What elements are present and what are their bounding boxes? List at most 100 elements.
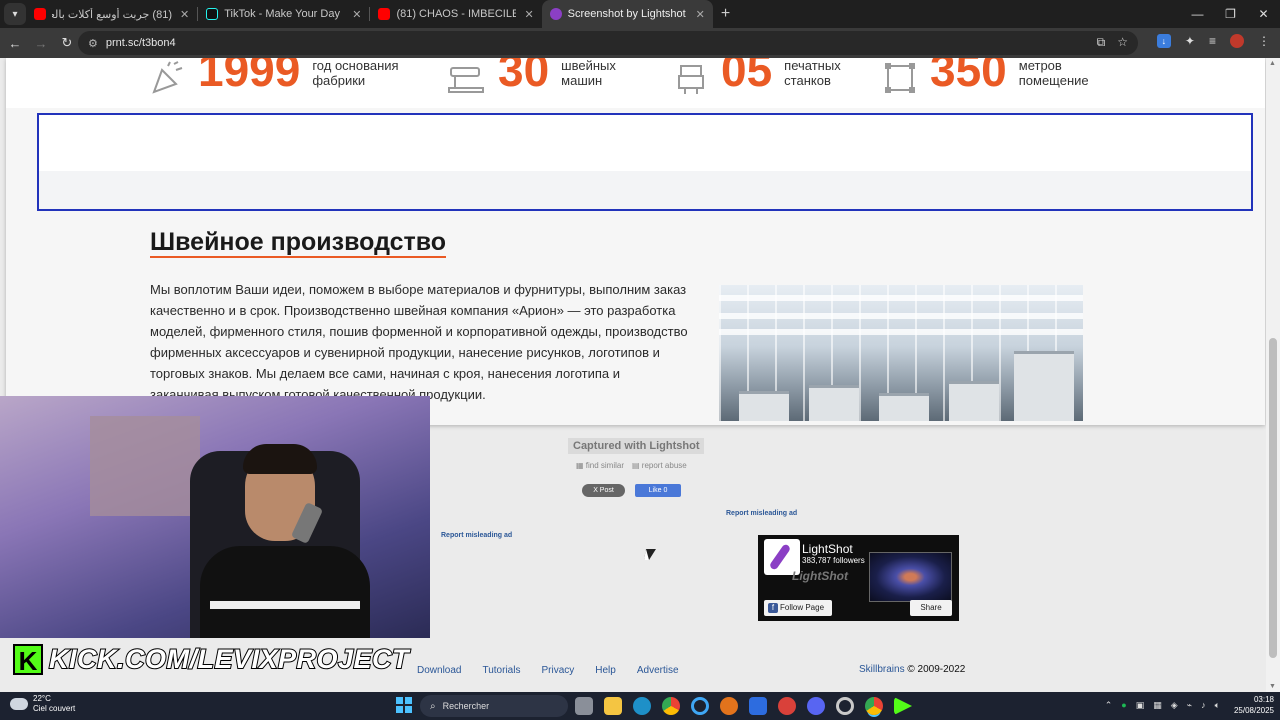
download-extension-icon[interactable]: ↓	[1156, 34, 1171, 48]
microphone-icon[interactable]: ♪	[1201, 700, 1206, 711]
restore-icon[interactable]: ❐	[1214, 0, 1247, 28]
tab-bar: ▾ (81) جربت أوسع أكلات بالعالم، ال ✕ Tik…	[0, 0, 1280, 28]
url-text[interactable]: prnt.sc/t3bon4	[106, 37, 176, 49]
weather-widget[interactable]: 22°C Ciel couvert	[10, 694, 75, 714]
discord-icon[interactable]	[807, 697, 825, 715]
profile-avatar[interactable]	[1230, 34, 1244, 48]
fb-page-name[interactable]: LightShot	[802, 542, 853, 556]
chrome-active-icon[interactable]	[865, 697, 883, 715]
system-clock[interactable]: 03:18 25/08/2025	[1234, 694, 1274, 716]
close-tab-icon[interactable]: ✕	[352, 8, 361, 21]
tab-1[interactable]: (81) جربت أوسع أكلات بالعالم، ال ✕	[26, 0, 197, 28]
tab-2[interactable]: TikTok - Make Your Day ✕	[198, 0, 369, 28]
facebook-like-button[interactable]: Like 0	[635, 484, 681, 497]
back-arrow-icon[interactable]: ←	[4, 36, 26, 51]
kick-channel-banner: K KICK.COM/LEVIXPROJECT	[13, 643, 410, 676]
stat-number: 350	[930, 58, 1007, 96]
file-explorer-icon[interactable]	[604, 697, 622, 715]
footer-links: Download Tutorials Privacy Help Advertis…	[417, 665, 679, 676]
extensions-puzzle-icon[interactable]: ✦	[1185, 34, 1195, 48]
copyright-years: © 2009-2022	[907, 664, 966, 675]
scroll-down-icon[interactable]: ▼	[1269, 683, 1276, 690]
footer-link-download[interactable]: Download	[417, 665, 461, 676]
minimize-icon[interactable]: —	[1181, 0, 1214, 28]
windows-start-icon[interactable]	[396, 697, 412, 713]
stat-number: 30	[498, 58, 550, 96]
volume-icon[interactable]: 🔈︎	[1215, 700, 1220, 711]
footer-copyright: Skillbrains © 2009-2022	[859, 664, 965, 675]
section-title: Швейное производство	[150, 228, 447, 258]
bookmark-star-icon[interactable]: ☆	[1117, 35, 1128, 50]
page-scrollbar[interactable]: ▲ ▼	[1266, 58, 1280, 692]
omnibox[interactable]: ⚙ prnt.sc/t3bon4 ⧉ ☆	[78, 31, 1138, 55]
install-app-icon[interactable]: ⧉	[1097, 35, 1106, 50]
footer-link-help[interactable]: Help	[595, 665, 616, 676]
skillbrains-link[interactable]: Skillbrains	[859, 664, 905, 675]
fb-follow-button[interactable]: Follow Page	[764, 600, 832, 616]
system-tray: ⌃ ● ▣ ▦ ◈ ⌁ ♪ 🔈︎	[1105, 700, 1220, 711]
footer-link-privacy[interactable]: Privacy	[541, 665, 574, 676]
app-tray-icon[interactable]: ◈	[1171, 700, 1178, 711]
footer-link-advertise[interactable]: Advertise	[637, 665, 679, 676]
report-abuse-link[interactable]: ▤ report abuse	[632, 461, 687, 470]
chrome-icon[interactable]	[662, 697, 680, 715]
k-app-icon[interactable]	[749, 697, 767, 715]
taskbar-apps	[575, 697, 912, 715]
close-tab-icon[interactable]: ✕	[696, 8, 705, 21]
edge-icon[interactable]	[633, 697, 651, 715]
app-tray-icon[interactable]: ▣	[1136, 700, 1145, 711]
tab-search-button[interactable]: ▾	[4, 3, 26, 25]
network-icon[interactable]: ⌁	[1187, 700, 1192, 711]
stat-presses: 05 печатных станков	[673, 58, 841, 96]
taskbar-search[interactable]: ⌕ Rechercher	[420, 695, 568, 717]
extensions-area: ↓ ✦ ≡ ⋮	[1156, 34, 1270, 48]
scrollbar-thumb[interactable]	[1269, 338, 1277, 658]
machine-shape	[949, 381, 999, 421]
ceiling-light	[719, 329, 1083, 335]
stats-strip: 1999 год основания фабрики 30 швейных маши…	[6, 58, 1265, 108]
app-tray-icon[interactable]: ▦	[1153, 700, 1162, 711]
find-similar-link[interactable]: ▦ find similar	[576, 461, 624, 470]
stat-label: метров помещение	[1018, 58, 1089, 88]
machine-shape	[809, 385, 859, 421]
close-window-icon[interactable]: ✕	[1247, 0, 1280, 28]
app-ring-icon[interactable]	[691, 697, 709, 715]
cloud-icon	[10, 698, 28, 710]
more-menu-icon[interactable]: ⋮	[1258, 34, 1270, 48]
site-info-icon[interactable]: ⚙	[88, 37, 98, 50]
spotify-icon[interactable]: ●	[1121, 700, 1126, 711]
report-ad-link[interactable]: Report misleading ad	[726, 510, 797, 517]
kick-channel-url: KICK.COM/LEVIXPROJECT	[48, 643, 410, 675]
stat-label: швейных машин	[561, 58, 616, 88]
report-ad-link[interactable]: Report misleading ad	[441, 532, 512, 539]
media-control-icon[interactable]: ≡	[1209, 34, 1216, 48]
highlight-box	[37, 113, 1253, 211]
close-tab-icon[interactable]: ✕	[524, 8, 533, 21]
task-view-icon[interactable]	[575, 697, 593, 715]
party-popper-icon	[152, 61, 183, 94]
captured-with-lightshot: Captured with Lightshot	[568, 438, 705, 454]
close-tab-icon[interactable]: ✕	[180, 8, 189, 21]
show-hidden-icons-icon[interactable]: ⌃	[1105, 700, 1113, 711]
person-hair	[243, 444, 317, 474]
lightshot-action-links: ▦ find similar ▤ report abuse	[576, 461, 687, 470]
tab-title: TikTok - Make Your Day	[224, 8, 340, 20]
reload-icon[interactable]: ↻	[56, 35, 78, 51]
footer-link-tutorials[interactable]: Tutorials	[482, 665, 520, 676]
new-tab-icon[interactable]: +	[721, 5, 730, 23]
tab-4-active[interactable]: Screenshot by Lightshot ✕	[541, 0, 713, 28]
vivaldi-icon[interactable]	[778, 697, 796, 715]
forward-arrow-icon[interactable]: →	[30, 36, 52, 51]
shirt-stripe	[210, 601, 360, 609]
facebook-page-widget[interactable]: LightShot 383,787 followers LightShot Fo…	[758, 535, 959, 621]
fb-share-button[interactable]: Share	[910, 600, 952, 616]
youtube-icon	[34, 8, 46, 20]
tab-3[interactable]: (81) CHAOS - IMBECILE ( Lyrics ✕	[370, 0, 541, 28]
omnibox-actions: ⧉ ☆	[1097, 35, 1128, 50]
fire-app-icon[interactable]	[720, 697, 738, 715]
settings-gear-icon[interactable]	[836, 697, 854, 715]
scroll-up-icon[interactable]: ▲	[1269, 60, 1276, 67]
kick-logo-icon: K	[13, 644, 43, 676]
play-app-icon[interactable]	[894, 697, 912, 715]
x-post-button[interactable]: X Post	[582, 484, 625, 497]
